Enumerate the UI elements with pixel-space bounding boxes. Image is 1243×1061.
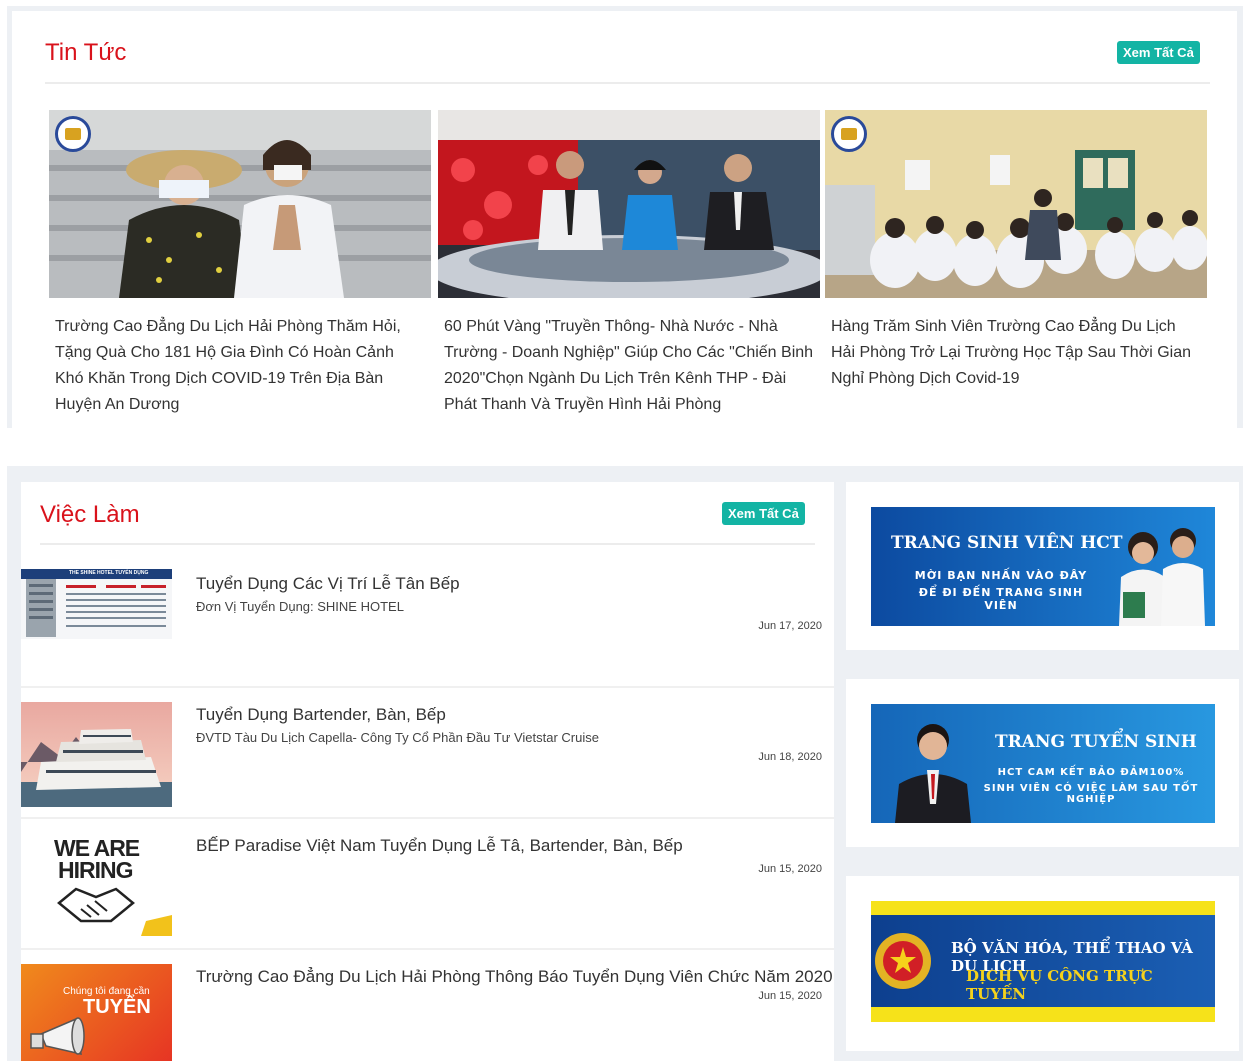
news-see-all-button[interactable]: Xem Tất Cả — [1117, 41, 1200, 64]
news-item[interactable]: Trường Cao Đẳng Du Lịch Hải Phòng Thăm H… — [49, 110, 431, 418]
job-list-item[interactable]: WE ARE HIRING BẾP Paradise Việt Nam Tuyể… — [21, 819, 834, 950]
news-item[interactable]: 60 Phút Vàng "Truyền Thông- Nhà Nước - N… — [438, 110, 820, 418]
news-image-classroom[interactable] — [825, 110, 1207, 298]
news-caption[interactable]: 60 Phút Vàng "Truyền Thông- Nhà Nước - N… — [438, 314, 820, 418]
job-title[interactable]: Tuyển Dụng Các Vị Trí Lễ Tân Bếp — [196, 573, 460, 595]
job-thumb-shine-hotel[interactable]: THE SHINE HOTEL TUYỂN DỤNG — [21, 569, 172, 639]
job-title[interactable]: Trường Cao Đẳng Du Lịch Hải Phòng Thông … — [196, 966, 833, 988]
jobs-section: Việc Làm Xem Tất Cả THE SHINE HOTEL TUYỂ… — [7, 466, 1243, 1061]
job-date: Jun 15, 2020 — [758, 863, 822, 875]
jobs-divider — [40, 543, 815, 545]
job-title[interactable]: BẾP Paradise Việt Nam Tuyển Dụng Lễ Tâ, … — [196, 835, 683, 857]
job-list-item[interactable]: THE SHINE HOTEL TUYỂN DỤNG Tuyển Dụng Cá… — [21, 557, 834, 688]
man-in-suit-icon — [895, 724, 971, 823]
banner-title: TRANG TUYỂN SINH — [995, 732, 1197, 752]
news-item[interactable]: Hàng Trăm Sinh Viên Trường Cao Đẳng Du L… — [825, 110, 1207, 392]
news-caption[interactable]: Hàng Trăm Sinh Viên Trường Cao Đẳng Du L… — [825, 314, 1207, 392]
banner-line: HCT CAM KẾT BẢO ĐẢM100% — [997, 767, 1185, 778]
jobs-see-all-button[interactable]: Xem Tất Cả — [722, 502, 805, 525]
job-list-item[interactable]: Tuyển Dụng Bartender, Bàn, Bếp ĐVTD Tàu … — [21, 688, 834, 819]
megaphone-icon — [30, 1017, 85, 1055]
news-section-title: Tin Tức — [45, 39, 127, 66]
job-title[interactable]: Tuyển Dụng Bartender, Bàn, Bếp — [196, 704, 446, 726]
job-thumb-caption: THE SHINE HOTEL TUYỂN DỤNG — [69, 570, 149, 576]
school-logo-icon — [831, 116, 867, 152]
news-card: Tin Tức Xem Tất Cả Trường Cao Đẳng Du Lị… — [12, 11, 1237, 428]
job-list-item[interactable]: Chúng tôi đang cần TUYỂN Trường Cao Đẳng… — [21, 950, 834, 1061]
public-service-banner[interactable]: BỘ VĂN HÓA, THỂ THAO VÀ DU LỊCH DỊCH VỤ … — [871, 901, 1215, 1022]
handshake-icon — [57, 887, 172, 936]
sidebar-card: TRANG TUYỂN SINH HCT CAM KẾT BẢO ĐẢM100%… — [846, 679, 1239, 847]
news-divider — [45, 82, 1210, 84]
job-date: Jun 17, 2020 — [758, 620, 822, 632]
admission-page-banner[interactable]: TRANG TUYỂN SINH HCT CAM KẾT BẢO ĐẢM100%… — [871, 704, 1215, 823]
job-employer: Đơn Vị Tuyển Dụng: SHINE HOTEL — [196, 599, 404, 614]
job-date: Jun 18, 2020 — [758, 751, 822, 763]
job-date: Jun 15, 2020 — [758, 990, 822, 1002]
job-employer: ĐVTD Tàu Du Lịch Capella- Công Ty Cổ Phầ… — [196, 730, 599, 745]
school-logo-icon — [55, 116, 91, 152]
banner-line: SINH VIÊN CÓ VIỆC LÀM SAU TỐT NGHIỆP — [983, 783, 1199, 805]
news-image-tv-studio[interactable] — [438, 110, 820, 298]
job-thumb-hiring[interactable]: WE ARE HIRING — [21, 831, 172, 936]
student-page-banner[interactable]: TRANG SINH VIÊN HCT MỜI BẠN NHẤN VÀO ĐÂY… — [871, 507, 1215, 626]
sidebar-card: TRANG SINH VIÊN HCT MỜI BẠN NHẤN VÀO ĐÂY… — [846, 482, 1239, 650]
news-image-visit[interactable] — [49, 110, 431, 298]
job-thumb-recruit[interactable]: Chúng tôi đang cần TUYỂN — [21, 964, 172, 1061]
job-thumb-cruise[interactable] — [21, 702, 172, 807]
jobs-card: Việc Làm Xem Tất Cả THE SHINE HOTEL TUYỂ… — [21, 482, 834, 1061]
students-photo-icon — [1119, 528, 1205, 626]
sidebar-card: BỘ VĂN HÓA, THỂ THAO VÀ DU LỊCH DỊCH VỤ … — [846, 876, 1239, 1051]
news-section: Tin Tức Xem Tất Cả Trường Cao Đẳng Du Lị… — [7, 6, 1243, 428]
jobs-section-title: Việc Làm — [40, 501, 140, 528]
banner-subtitle: DỊCH VỤ CÔNG TRỰC TUYẾN — [966, 967, 1153, 1003]
news-caption[interactable]: Trường Cao Đẳng Du Lịch Hải Phòng Thăm H… — [49, 314, 431, 418]
